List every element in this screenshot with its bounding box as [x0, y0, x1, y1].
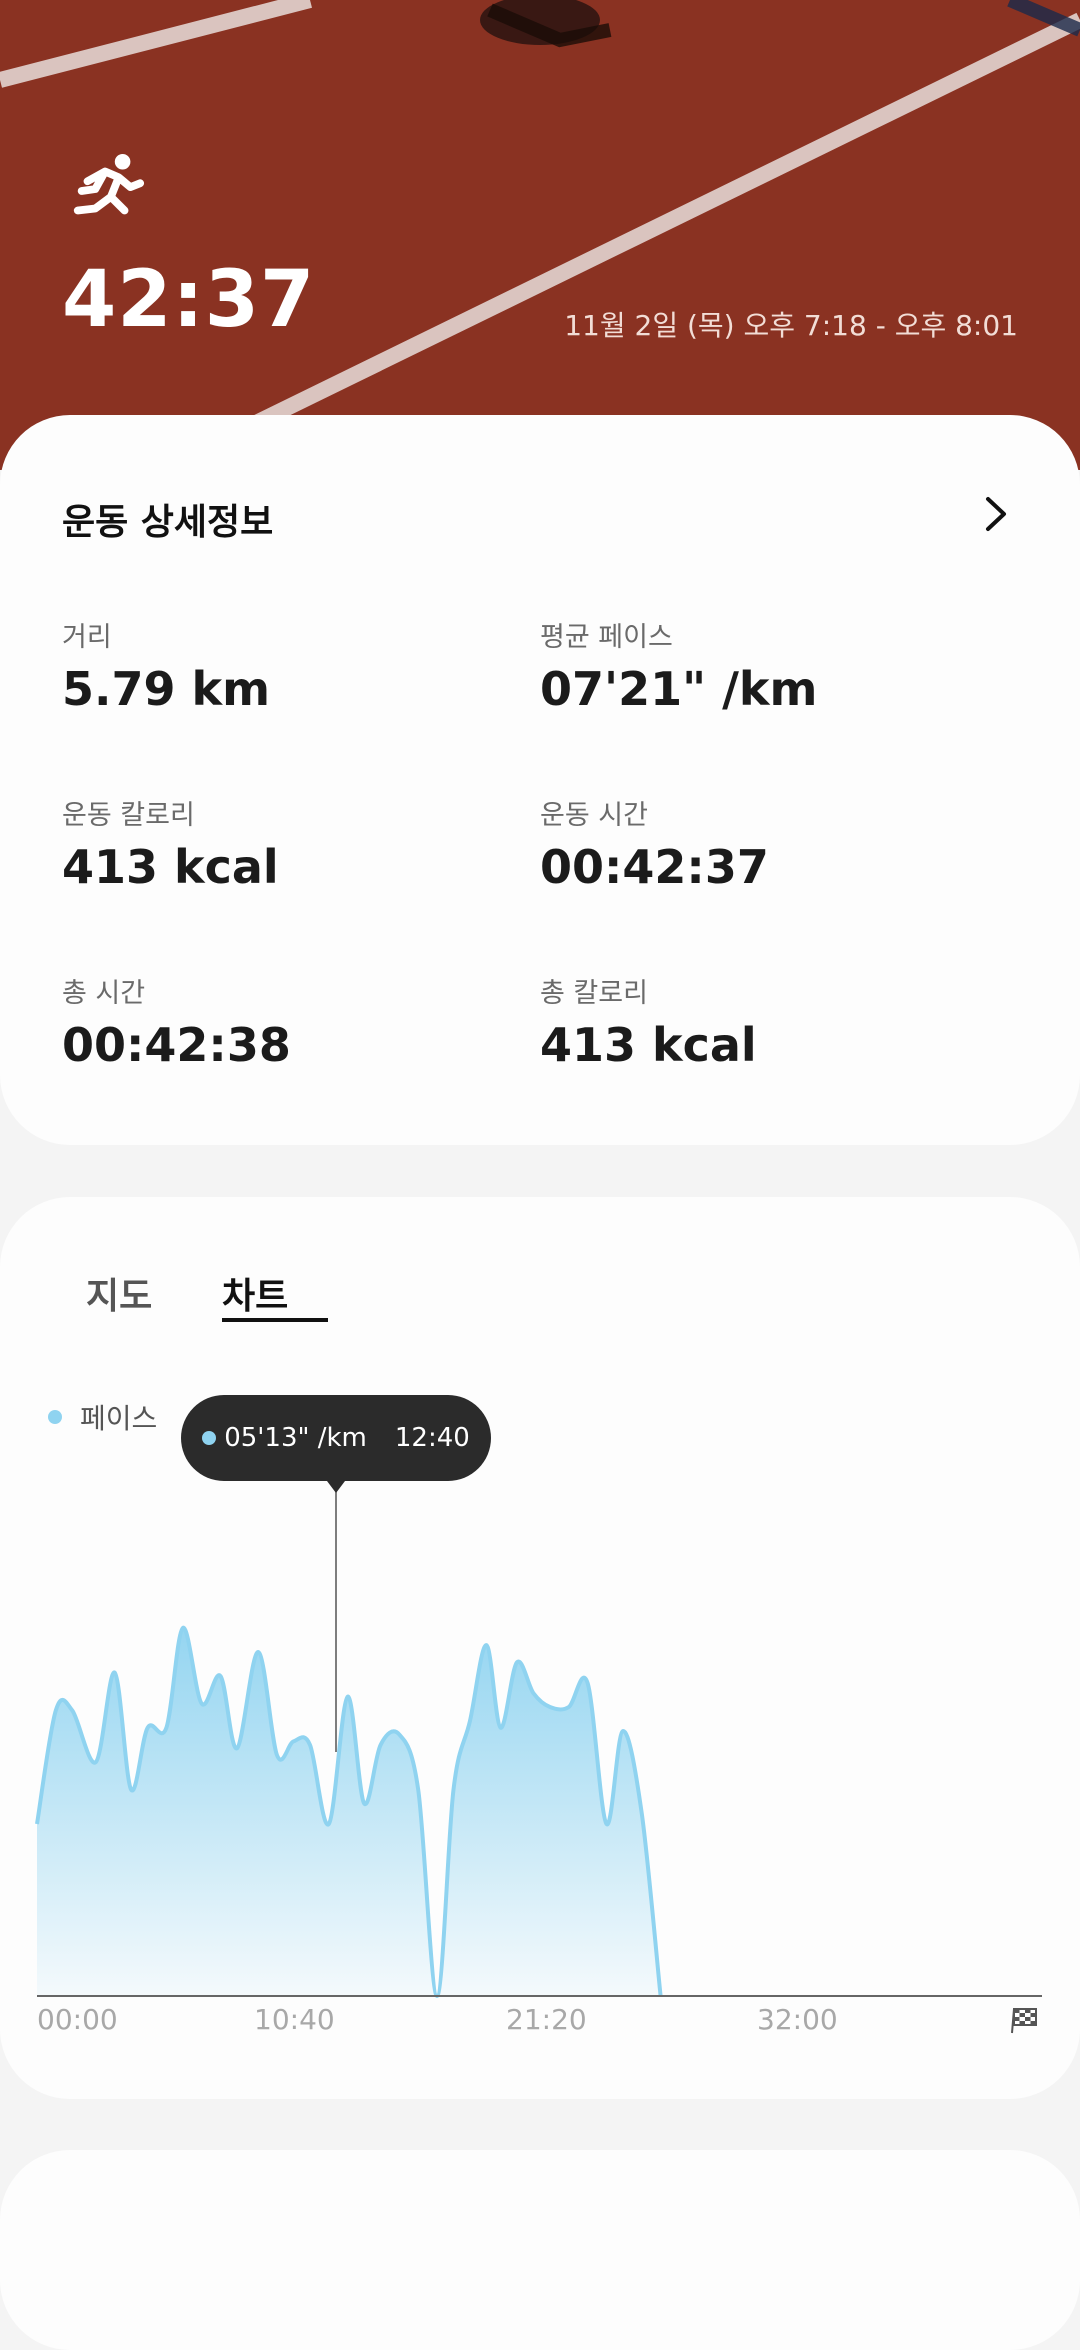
- chart-tooltip: 05'13" /km 12:40: [181, 1395, 491, 1481]
- stat-value: 00:42:37: [540, 840, 769, 894]
- tooltip-pace: 05'13" /km: [224, 1423, 367, 1453]
- details-title: 운동 상세정보: [62, 502, 274, 543]
- stat-label: 거리: [62, 622, 112, 653]
- stat-avg-pace: 평균 페이스 07'21" /km: [540, 615, 817, 716]
- chart-card: 지도 차트 페이스 05'13" /km 12:40 00:00 10:40 2…: [0, 1197, 1080, 2099]
- stat-value: 5.79 km: [62, 662, 271, 716]
- x-tick-label: 32:00: [757, 2003, 838, 2036]
- stat-workout-calories: 운동 칼로리 413 kcal: [62, 793, 279, 894]
- tooltip-dot: [202, 1431, 217, 1445]
- chevron-right-icon[interactable]: [980, 493, 1010, 535]
- tooltip-arrow: [327, 1481, 345, 1493]
- stat-workout-time: 운동 시간 00:42:37: [540, 793, 769, 894]
- stat-value: 413 kcal: [540, 1018, 757, 1072]
- next-card: [0, 2150, 1080, 2350]
- stat-total-calories: 총 칼로리 413 kcal: [540, 971, 757, 1072]
- x-tick-label: 00:00: [37, 2003, 118, 2036]
- stat-label: 평균 페이스: [540, 622, 673, 653]
- stat-label: 총 시간: [62, 978, 146, 1009]
- pace-area: [37, 1627, 661, 1996]
- workout-duration: 42:37: [62, 255, 316, 345]
- track-background: [0, 0, 1080, 470]
- workout-date-range: 11월 2일 (목) 오후 7:18 - 오후 8:01: [564, 309, 1018, 342]
- running-icon: [73, 153, 145, 215]
- tooltip-time: 12:40: [394, 1423, 470, 1453]
- stat-label: 운동 칼로리: [62, 800, 195, 831]
- x-tick-label: 10:40: [254, 2003, 335, 2036]
- x-tick-label: 21:20: [506, 2003, 587, 2036]
- stat-value: 413 kcal: [62, 840, 279, 894]
- hero-banner: 42:37 11월 2일 (목) 오후 7:18 - 오후 8:01: [0, 0, 1080, 470]
- stat-value: 07'21" /km: [540, 662, 818, 716]
- stat-value: 00:42:38: [62, 1018, 291, 1072]
- finish-flag-icon: [1011, 2008, 1037, 2034]
- stat-label: 총 칼로리: [540, 978, 648, 1009]
- pace-chart[interactable]: [0, 1197, 1080, 2099]
- workout-details-card[interactable]: 운동 상세정보 거리 5.79 km 평균 페이스 07'21" /km 운동 …: [0, 415, 1080, 1145]
- stat-total-time: 총 시간 00:42:38: [62, 971, 291, 1072]
- stat-label: 운동 시간: [540, 800, 648, 831]
- stat-distance: 거리 5.79 km: [62, 615, 270, 716]
